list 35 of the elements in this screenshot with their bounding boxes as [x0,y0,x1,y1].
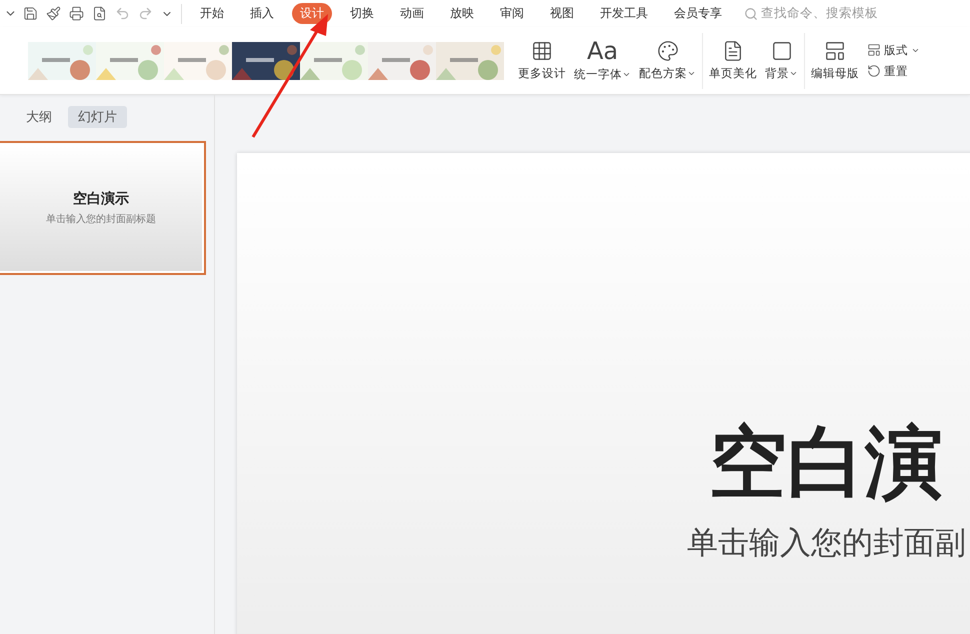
panel-tab[interactable]: 幻灯片 [68,106,127,128]
ribbon-button[interactable]: 单页美化 [705,40,761,81]
print-preview-icon[interactable] [92,6,107,21]
menu-tab[interactable]: 开发工具 [592,3,656,24]
ribbon-button[interactable]: 背景 [761,40,802,81]
panel-tab[interactable]: 大纲 [16,106,62,128]
reset-icon [867,64,881,78]
slide-title[interactable]: 空白演 [709,418,943,508]
ribbon-button[interactable]: 更多设计 [514,40,570,81]
menu-tab[interactable]: 审阅 [492,3,532,24]
search-icon[interactable] [744,6,758,20]
thumbnail-subtitle: 单击输入您的封面副标题 [46,212,156,226]
menu-tab[interactable]: 会员专享 [666,3,730,24]
menu-tab[interactable]: 视图 [542,3,582,24]
grid-icon [531,40,553,62]
menu-tab[interactable]: 放映 [442,3,482,24]
ribbon-button[interactable]: 重置 [867,64,920,78]
ribbon-button[interactable]: 版式 [867,42,920,58]
document-icon [722,40,744,62]
slide-thumbnail[interactable]: 空白演示 单击输入您的封面副标题 [0,141,206,275]
menu-tab[interactable]: 切换 [342,3,382,24]
ribbon-button[interactable]: 配色方案 [635,40,700,81]
menu-tab[interactable]: 动画 [392,3,432,24]
menu-tab[interactable]: 开始 [192,3,232,24]
menu-tab[interactable]: 插入 [242,3,282,24]
ribbon-button[interactable]: 编辑母版 [807,40,863,81]
layout-icon [867,43,881,57]
layout-icon [824,40,846,62]
save-icon[interactable] [23,6,38,21]
slide-subtitle[interactable]: 单击输入您的封面副 [687,522,966,564]
ribbon-button[interactable]: Aa 统一字体 [570,39,635,82]
paintbrush-icon[interactable] [46,6,61,21]
thumbnail-title: 空白演示 [73,190,129,208]
palette-icon [656,40,678,62]
printer-icon[interactable] [69,6,84,21]
